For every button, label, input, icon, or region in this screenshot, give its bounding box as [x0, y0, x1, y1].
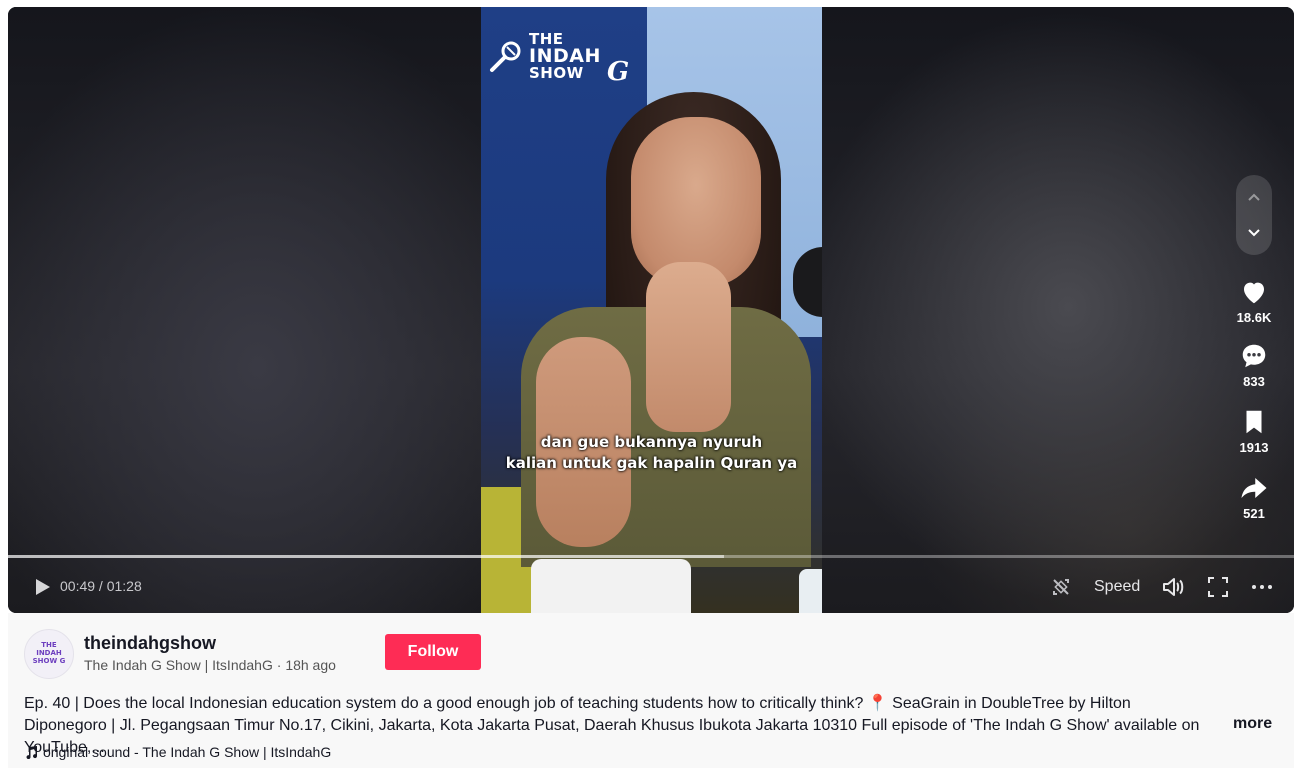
microphone-logo-icon	[490, 41, 521, 72]
sound-link[interactable]: original sound - The Indah G Show | ItsI…	[24, 744, 331, 760]
previous-video-button[interactable]	[1236, 179, 1272, 215]
more-options-icon[interactable]	[1249, 574, 1275, 600]
video-frame[interactable]: THE INDAH SHOW G dan gue bukannya nyuruh…	[481, 7, 822, 613]
logo-letter-g: G	[607, 57, 630, 87]
sound-label: original sound - The Indah G Show | ItsI…	[43, 744, 332, 760]
chevron-up-icon	[1248, 193, 1260, 201]
bookmark-icon	[1246, 410, 1262, 434]
volume-icon[interactable]	[1160, 574, 1186, 600]
floating-player-icon[interactable]	[1048, 574, 1074, 600]
follow-button[interactable]: Follow	[385, 634, 481, 670]
video-navigation	[1236, 175, 1272, 255]
avatar[interactable]: THE INDAH SHOW G	[24, 629, 74, 679]
logo-line-show: SHOW	[529, 64, 584, 82]
playback-time: 00:49 / 01:28	[60, 578, 142, 594]
author-subline: The Indah G Show | ItsIndahG · 18h ago	[84, 657, 336, 673]
author-display-name: The Indah G Show | ItsIndahG	[84, 657, 273, 673]
person-hand	[646, 262, 731, 432]
logo-text: THE INDAH SHOW	[529, 31, 601, 82]
more-button[interactable]: more	[1233, 715, 1272, 733]
fullscreen-icon[interactable]	[1205, 574, 1231, 600]
share-count: 521	[1243, 506, 1265, 521]
comment-count: 833	[1243, 374, 1265, 389]
progress-bar[interactable]	[8, 555, 1294, 558]
share-arrow-icon	[1241, 478, 1267, 498]
logo-line-indah: INDAH	[529, 45, 601, 67]
comment-button[interactable]: 833	[1224, 341, 1284, 389]
current-time: 00:49	[60, 578, 96, 594]
avatar-logo: THE INDAH SHOW G	[32, 641, 66, 665]
save-count: 1913	[1239, 440, 1269, 455]
caption-line-1: dan gue bukannya nyuruh	[540, 433, 763, 451]
like-button[interactable]: 18.6K	[1224, 277, 1284, 325]
speed-button[interactable]: Speed	[1094, 574, 1140, 600]
chevron-down-icon	[1248, 229, 1260, 237]
author-username[interactable]: theindahgshow	[84, 633, 216, 654]
progress-fill	[8, 555, 725, 558]
subline-separator: ·	[272, 657, 286, 673]
video-player[interactable]: THE INDAH SHOW G dan gue bukannya nyuruh…	[8, 7, 1294, 613]
video-info: THE INDAH SHOW G theindahgshow The Indah…	[8, 613, 1294, 768]
like-count: 18.6K	[1236, 310, 1272, 325]
play-icon[interactable]	[30, 575, 54, 599]
save-button[interactable]: 1913	[1224, 407, 1284, 455]
music-note-icon	[26, 746, 38, 759]
share-button[interactable]: 521	[1224, 473, 1284, 521]
duration: 01:28	[106, 578, 142, 594]
posted-time: 18h ago	[285, 657, 336, 673]
video-controls: 00:49 / 01:28 Speed	[8, 567, 1294, 607]
heart-icon	[1244, 282, 1264, 304]
speed-label: Speed	[1094, 578, 1141, 595]
show-logo: THE INDAH SHOW G	[487, 29, 637, 89]
video-caption: dan gue bukannya nyuruh kalian untuk gak…	[481, 432, 822, 474]
time-separator: /	[95, 578, 107, 594]
next-video-button[interactable]	[1236, 215, 1272, 251]
comment-icon	[1242, 344, 1266, 368]
caption-line-2: kalian untuk gak hapalin Quran ya	[505, 454, 798, 472]
